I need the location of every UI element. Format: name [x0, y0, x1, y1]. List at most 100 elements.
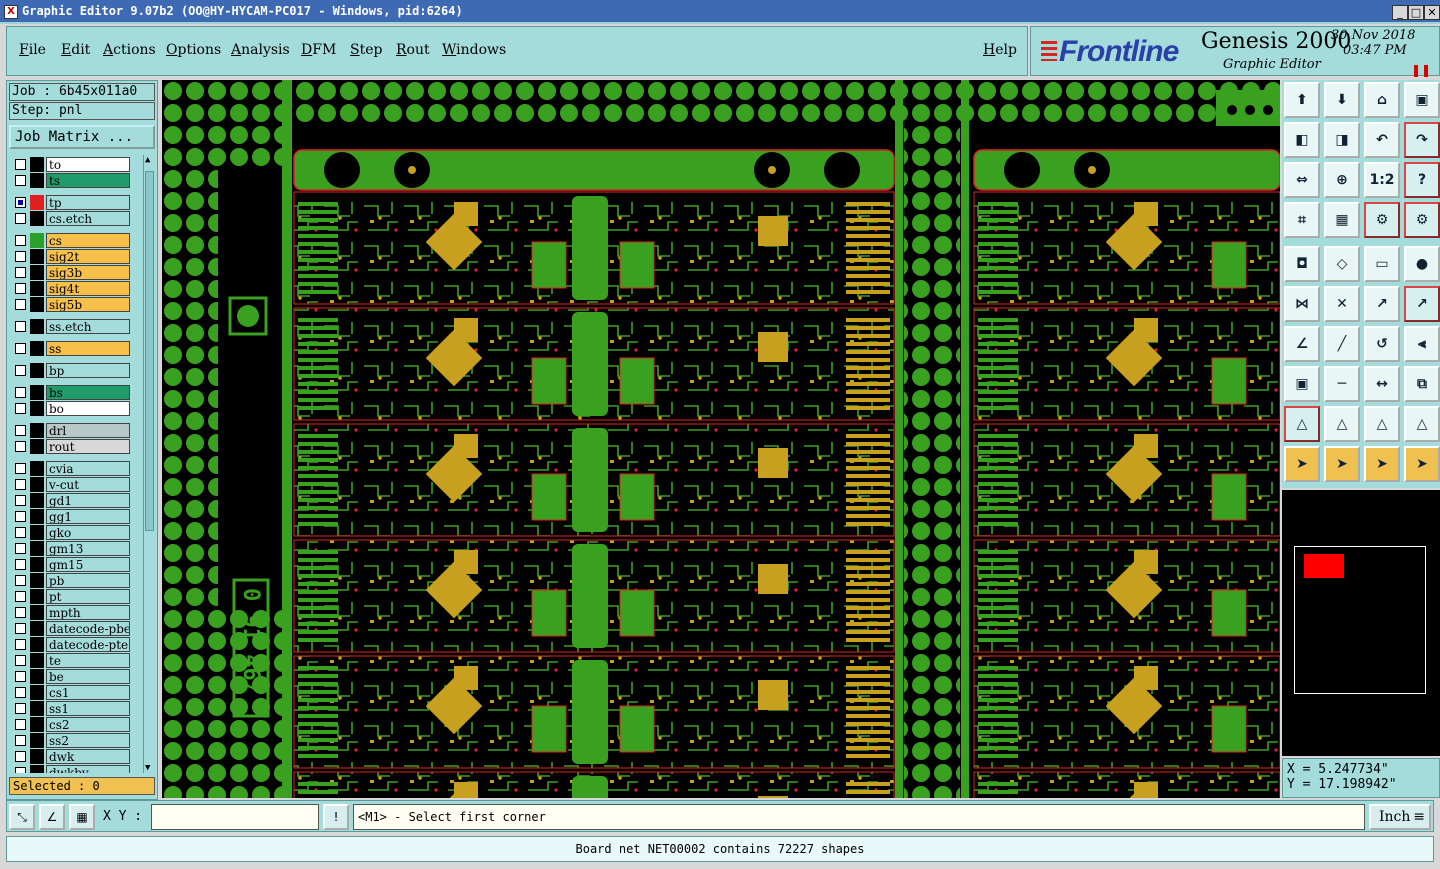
scroll-up-icon[interactable]: ▲: [145, 155, 150, 165]
layer-row-be[interactable]: be: [9, 669, 133, 684]
layer-row-tp[interactable]: tp: [9, 195, 133, 210]
layer-name[interactable]: bp: [46, 363, 130, 378]
layer-name[interactable]: datecode-pbe: [46, 621, 130, 636]
layer-name[interactable]: cs2: [46, 717, 130, 732]
layer-checkbox[interactable]: [15, 527, 26, 538]
layer-color-swatch[interactable]: [30, 765, 44, 773]
group-tool-icon[interactable]: ⧉: [1404, 366, 1440, 402]
layer-color-swatch[interactable]: [30, 525, 44, 540]
layer-row-ss.etch[interactable]: ss.etch: [9, 319, 133, 334]
scroll-down-icon[interactable]: ▼: [145, 763, 150, 773]
menu-options[interactable]: Options: [166, 42, 221, 58]
connect-tool-icon[interactable]: ⋈: [1284, 286, 1320, 322]
move-down-tool-icon[interactable]: ⬇: [1324, 82, 1360, 118]
pan-right-tool-icon[interactable]: ◨: [1324, 122, 1360, 158]
layer-color-swatch[interactable]: [30, 281, 44, 296]
layer-name[interactable]: pt: [46, 589, 130, 604]
layer-row-bs[interactable]: bs: [9, 385, 133, 400]
layer-color-swatch[interactable]: [30, 297, 44, 312]
line-tool-icon[interactable]: ╱: [1324, 326, 1360, 362]
layers-red-2-tool-icon[interactable]: ⚙: [1404, 202, 1440, 238]
layer-name[interactable]: dwk: [46, 749, 130, 764]
layer-checkbox[interactable]: [15, 197, 26, 208]
layer-color-swatch[interactable]: [30, 249, 44, 264]
layer-name[interactable]: v-cut: [46, 477, 130, 492]
layers-red-tool-icon[interactable]: ⚙: [1364, 202, 1400, 238]
help-tool-icon[interactable]: ?: [1404, 162, 1440, 198]
layer-checkbox[interactable]: [15, 655, 26, 666]
layer-row-cs[interactable]: cs: [9, 233, 133, 248]
layer-row-gm15[interactable]: gm15: [9, 557, 133, 572]
menu-actions[interactable]: Actions: [103, 42, 156, 58]
layer-checkbox[interactable]: [15, 387, 26, 398]
menu-help[interactable]: Help: [983, 42, 1017, 58]
layer-row-cvia[interactable]: cvia: [9, 461, 133, 476]
layer-row-dwkbv[interactable]: dwkbv: [9, 765, 133, 773]
layer-name[interactable]: sig5b: [46, 297, 130, 312]
layer-color-swatch[interactable]: [30, 477, 44, 492]
layer-color-swatch[interactable]: [30, 637, 44, 652]
layer-row-pb[interactable]: pb: [9, 573, 133, 588]
layer-checkbox[interactable]: [15, 425, 26, 436]
triangle-move-tool-icon[interactable]: △: [1404, 406, 1440, 442]
layer-name[interactable]: mpth: [46, 605, 130, 620]
layer-row-drl[interactable]: drl: [9, 423, 133, 438]
xy-input[interactable]: [151, 804, 319, 830]
layer-checkbox[interactable]: [15, 591, 26, 602]
zoom-center-tool-icon[interactable]: ⊕: [1324, 162, 1360, 198]
layer-name[interactable]: sig2t: [46, 249, 130, 264]
overview-map[interactable]: [1282, 490, 1440, 756]
layer-row-sig3b[interactable]: sig3b: [9, 265, 133, 280]
pointer-tool-icon[interactable]: ➤: [1284, 446, 1320, 482]
layer-color-swatch[interactable]: [30, 685, 44, 700]
layer-name[interactable]: cvia: [46, 461, 130, 476]
pointer-select-tool-icon[interactable]: ➤: [1324, 446, 1360, 482]
layer-color-swatch[interactable]: [30, 717, 44, 732]
layer-row-cs2[interactable]: cs2: [9, 717, 133, 732]
pcb-board-view[interactable]: 0 91 46/: [162, 80, 1280, 798]
circle-tool-icon[interactable]: ●: [1404, 246, 1440, 282]
menu-step[interactable]: Step: [350, 42, 382, 58]
layer-checkbox[interactable]: [15, 671, 26, 682]
layer-row-te[interactable]: te: [9, 653, 133, 668]
layer-checkbox[interactable]: [15, 543, 26, 554]
layer-row-cs1[interactable]: cs1: [9, 685, 133, 700]
layer-color-swatch[interactable]: [30, 385, 44, 400]
layer-name[interactable]: bo: [46, 401, 130, 416]
measure-tool-icon[interactable]: ⌗: [1284, 202, 1320, 238]
units-dropdown[interactable]: Inch ≡: [1369, 804, 1431, 830]
layer-color-swatch[interactable]: [30, 423, 44, 438]
layer-color-swatch[interactable]: [30, 211, 44, 226]
layer-color-swatch[interactable]: [30, 733, 44, 748]
layer-name[interactable]: sig4t: [46, 281, 130, 296]
layer-checkbox[interactable]: [15, 559, 26, 570]
angle-mode-icon[interactable]: ∠: [39, 804, 65, 830]
menu-rout[interactable]: Rout: [396, 42, 430, 58]
layer-row-bo[interactable]: bo: [9, 401, 133, 416]
layer-checkbox[interactable]: [15, 343, 26, 354]
layer-checkbox[interactable]: [15, 495, 26, 506]
layer-row-sig4t[interactable]: sig4t: [9, 281, 133, 296]
triangle-snap-tool-icon[interactable]: △: [1364, 406, 1400, 442]
layer-color-swatch[interactable]: [30, 653, 44, 668]
layer-checkbox[interactable]: [15, 735, 26, 746]
triangle-up-tool-icon[interactable]: △: [1324, 406, 1360, 442]
layer-row-ss2[interactable]: ss2: [9, 733, 133, 748]
window-titlebar[interactable]: X Graphic Editor 9.07b2 (OO@HY-HYCAM-PC0…: [0, 0, 1440, 24]
zoom-fit-tool-icon[interactable]: ⇔: [1284, 162, 1320, 198]
layer-name[interactable]: te: [46, 653, 130, 668]
pause-icon[interactable]: ❚❚: [1411, 63, 1431, 77]
layer-name[interactable]: gm15: [46, 557, 130, 572]
layer-row-v-cut[interactable]: v-cut: [9, 477, 133, 492]
move-point-red-tool-icon[interactable]: ↗: [1404, 286, 1440, 322]
slice-tool-icon[interactable]: ─: [1324, 366, 1360, 402]
layer-color-swatch[interactable]: [30, 493, 44, 508]
layer-row-cs.etch[interactable]: cs.etch: [9, 211, 133, 226]
layer-color-swatch[interactable]: [30, 541, 44, 556]
layer-color-swatch[interactable]: [30, 621, 44, 636]
layer-row-sig5b[interactable]: sig5b: [9, 297, 133, 312]
layer-name[interactable]: ss.etch: [46, 319, 130, 334]
layer-checkbox[interactable]: [15, 751, 26, 762]
layer-row-ss[interactable]: ss: [9, 341, 133, 356]
maximize-button[interactable]: □: [1408, 5, 1424, 20]
